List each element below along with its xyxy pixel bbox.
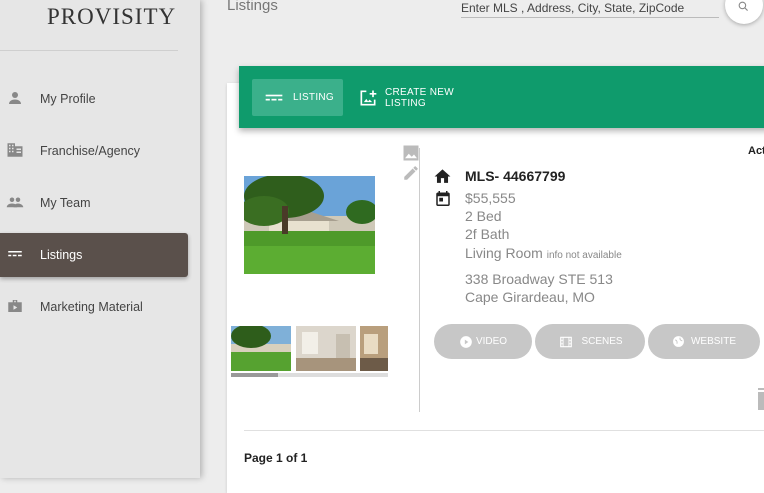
create-new-listing-button[interactable]: CREATE NEW LISTING bbox=[356, 79, 496, 116]
video-label: VIDEO bbox=[475, 336, 508, 347]
listing-tab-label: LISTING bbox=[293, 92, 334, 103]
thumbnail-image[interactable] bbox=[296, 326, 356, 371]
address-line-1: 338 Broadway STE 513 bbox=[465, 271, 613, 287]
sidebar-item-label: Franchise/Agency bbox=[40, 144, 141, 158]
listing-icon bbox=[265, 94, 283, 101]
sidebar-item-listings[interactable]: Listings bbox=[0, 233, 188, 277]
sidebar-item-label: My Team bbox=[40, 196, 91, 210]
sidebar-item-franchise-agency[interactable]: Franchise/Agency bbox=[0, 129, 188, 173]
website-label: WEBSITE bbox=[690, 336, 736, 347]
sidebar-item-label: My Profile bbox=[40, 92, 96, 106]
film-icon bbox=[560, 336, 573, 347]
status-badge: Act bbox=[748, 145, 764, 157]
listing-price: $55,555 bbox=[465, 190, 516, 206]
search-icon bbox=[738, 1, 748, 11]
listing-toolbar: LISTING CREATE NEW LISTING bbox=[239, 66, 764, 128]
listing-living-room: Living Room info not available bbox=[465, 245, 622, 261]
calendar-icon bbox=[436, 191, 450, 206]
sidebar: PROVISITY My Profile Franchise/Agency My… bbox=[0, 0, 200, 478]
address-line-2: Cape Girardeau, MO bbox=[465, 289, 595, 305]
thumbnail-image[interactable] bbox=[231, 326, 291, 371]
mls-number: MLS- 44667799 bbox=[465, 168, 566, 184]
logo[interactable]: PROVISITY bbox=[0, 0, 178, 51]
sidebar-item-label: Listings bbox=[40, 248, 83, 262]
building-icon bbox=[7, 143, 23, 157]
listing-beds: 2 Bed bbox=[465, 208, 502, 224]
search-button[interactable] bbox=[725, 0, 763, 24]
main-listing-photo[interactable] bbox=[244, 176, 375, 274]
listing-baths: 2f Bath bbox=[465, 226, 510, 242]
listing-card bbox=[227, 83, 764, 493]
footer-divider bbox=[244, 430, 764, 431]
scenes-button[interactable]: SCENES bbox=[535, 324, 645, 359]
search-field[interactable] bbox=[461, 0, 719, 18]
thumbnail-image[interactable] bbox=[360, 326, 388, 371]
group-icon bbox=[6, 197, 24, 208]
image-icon[interactable] bbox=[402, 144, 420, 162]
video-button[interactable]: VIDEO bbox=[434, 324, 532, 359]
listing-icon bbox=[8, 251, 22, 257]
thumbnail-scrollbar[interactable] bbox=[231, 373, 388, 377]
living-room-label: Living Room bbox=[465, 245, 543, 261]
pagination-label: Page 1 of 1 bbox=[244, 451, 308, 465]
person-icon bbox=[9, 92, 21, 104]
website-button[interactable]: WEBSITE bbox=[648, 324, 760, 359]
divider bbox=[419, 148, 420, 412]
sidebar-item-label: Marketing Material bbox=[40, 300, 143, 314]
sidebar-item-my-team[interactable]: My Team bbox=[0, 181, 188, 225]
sidebar-item-my-profile[interactable]: My Profile bbox=[0, 77, 188, 121]
scrollbar-thumb[interactable] bbox=[231, 373, 278, 377]
listing-tab-button[interactable]: LISTING bbox=[252, 79, 343, 116]
delete-icon[interactable] bbox=[758, 388, 764, 410]
living-room-note: info not available bbox=[546, 250, 622, 261]
search-input[interactable] bbox=[461, 1, 719, 15]
add-photo-icon bbox=[360, 90, 377, 106]
globe-icon bbox=[673, 336, 684, 347]
play-icon bbox=[460, 335, 472, 348]
sidebar-item-marketing-material[interactable]: Marketing Material bbox=[0, 285, 188, 329]
briefcase-icon bbox=[8, 300, 22, 312]
home-icon bbox=[434, 169, 451, 183]
create-new-listing-label: CREATE NEW LISTING bbox=[385, 86, 454, 109]
page-title: Listings bbox=[227, 0, 278, 14]
scenes-label: SCENES bbox=[581, 336, 623, 347]
logo-text: PROVISITY bbox=[47, 4, 177, 29]
edit-icon[interactable] bbox=[402, 164, 420, 182]
